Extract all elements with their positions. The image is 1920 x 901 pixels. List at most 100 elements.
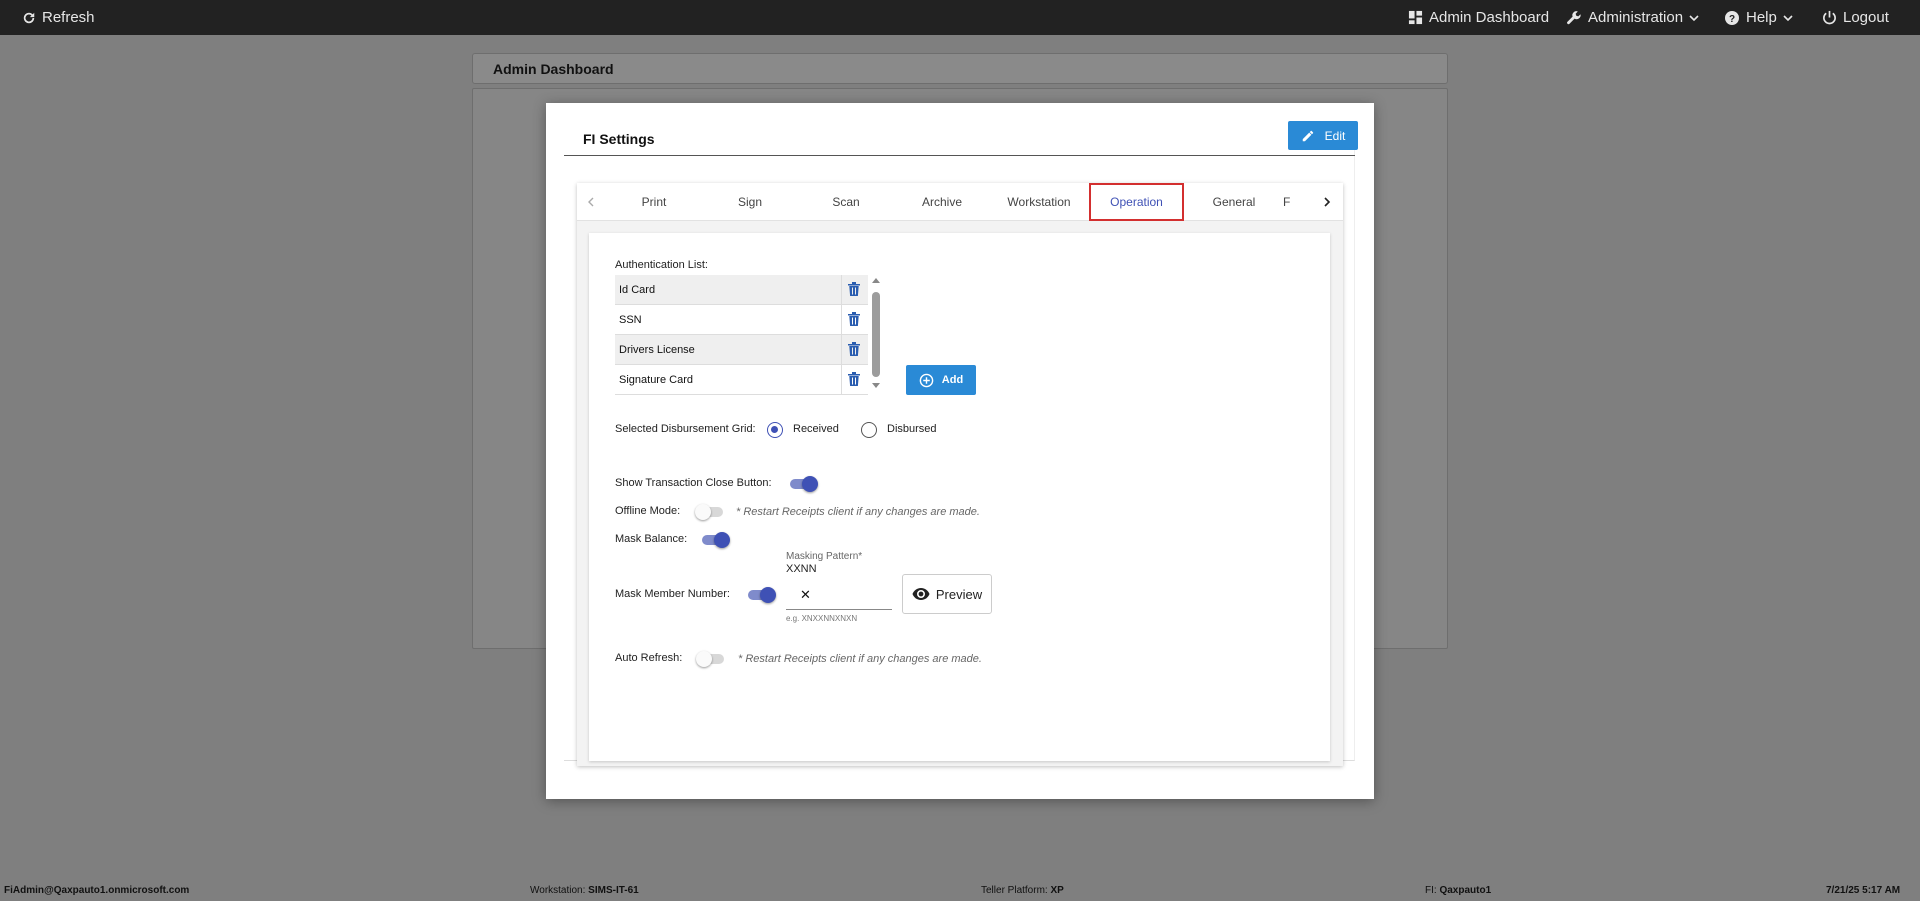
status-bar: FiAdmin@Qaxpauto1.onmicrosoft.com Workst… [0,879,1920,901]
disbursed-radio[interactable] [861,422,877,438]
auth-item-name: Drivers License [619,344,695,356]
add-circle-icon [919,373,934,387]
tab-overflow[interactable]: F [1283,183,1317,221]
toggle-knob [695,504,711,520]
toggle-knob [696,651,712,667]
tab-label: Sign [737,195,763,209]
scroll-thumb[interactable] [872,292,880,377]
offline-restart-note: * Restart Receipts client if any changes… [736,506,980,518]
edit-label: Edit [1324,128,1346,143]
auto-refresh-restart-note: * Restart Receipts client if any changes… [738,653,982,665]
tab-label: General [1212,195,1256,209]
toggle-knob [760,587,776,603]
modal-title: FI Settings [583,131,655,147]
administration-menu[interactable]: Administration [1566,0,1699,35]
list-item[interactable]: Drivers License [615,335,868,365]
auth-item-name: Id Card [619,284,656,296]
row-divider [841,275,842,305]
show-close-toggle[interactable] [788,476,820,492]
fi-value: Qaxpauto1 [1439,885,1492,896]
masking-pattern-value: XXNN [786,563,817,575]
tab-operation[interactable]: Operation [1089,183,1184,221]
logout-button[interactable]: Logout [1822,0,1889,35]
workstation-label: Workstation: [530,885,586,896]
tab-sign[interactable]: Sign [703,183,797,221]
top-nav-bar: Refresh Admin Dashboard Administration ?… [0,0,1920,35]
dashboard-title: Admin Dashboard [493,61,614,77]
modal-title-bar: FI Settings [564,121,1355,156]
tab-label: Scan [832,195,860,209]
clear-icon[interactable]: ✕ [800,587,811,603]
trash-icon[interactable] [847,371,861,387]
preview-button[interactable]: Preview [902,574,992,614]
trash-icon[interactable] [847,311,861,327]
row-divider [841,365,842,395]
trash-icon[interactable] [847,341,861,357]
tab-general[interactable]: General [1187,183,1281,221]
tab-scroll-left[interactable] [581,183,601,221]
trash-icon[interactable] [847,281,861,297]
help-icon: ? [1725,10,1739,25]
svg-text:?: ? [1729,14,1735,25]
masking-pattern-hint: e.g. XNXXNNXNXN [786,614,858,623]
admin-dashboard-link[interactable]: Admin Dashboard [1408,0,1549,35]
fi-settings-modal: FI Settings Edit Print Sign Scan Archive… [546,103,1374,799]
add-auth-button[interactable]: Add [906,365,976,395]
auth-item-name: Signature Card [619,374,693,386]
dashboard-header: Admin Dashboard [472,53,1448,84]
auth-list: Id Card SSN Drivers License Signature Ca… [615,275,868,397]
dashboard-icon [1408,10,1423,25]
auto-refresh-label: Auto Refresh: [615,652,683,664]
status-fi: FI: Qaxpauto1 [1425,885,1491,896]
mask-member-label: Mask Member Number: [615,588,730,600]
preview-label: Preview [935,586,983,602]
administration-label: Administration [1588,9,1684,26]
teller-value: XP [1050,885,1064,896]
list-item[interactable]: Id Card [615,275,868,305]
status-datetime: 7/21/25 5:17 AM [1826,885,1901,896]
tab-label: Archive [921,195,962,209]
tab-workstation[interactable]: Workstation [991,183,1087,221]
power-icon [1823,10,1836,25]
admin-dashboard-label: Admin Dashboard [1429,9,1550,26]
offline-mode-label: Offline Mode: [615,505,681,517]
tab-archive[interactable]: Archive [895,183,989,221]
scroll-down-icon[interactable] [872,383,880,389]
mask-member-toggle[interactable] [746,587,778,603]
chevron-right-icon [1324,197,1331,207]
pencil-icon [1302,130,1313,141]
toggle-knob [802,476,818,492]
offline-mode-toggle[interactable] [695,504,727,520]
help-label: Help [1746,9,1777,26]
refresh-label: Refresh [42,9,95,26]
tab-label: Operation [1110,195,1163,209]
edit-button[interactable]: Edit [1288,121,1358,150]
tab-label: F [1283,195,1291,209]
settings-tab-card: Print Sign Scan Archive Workstation Oper… [577,183,1343,766]
received-radio[interactable] [767,422,783,438]
scroll-up-icon[interactable] [872,277,880,283]
tab-label: Workstation [1007,195,1071,209]
mask-balance-toggle[interactable] [700,532,732,548]
eye-icon [912,588,930,600]
tab-bar: Print Sign Scan Archive Workstation Oper… [577,183,1343,221]
refresh-icon [23,12,35,23]
tab-label: Print [641,195,667,209]
tab-print[interactable]: Print [607,183,701,221]
help-menu[interactable]: ? Help [1724,0,1793,35]
masking-pattern-label: Masking Pattern* [786,551,863,562]
row-divider [841,335,842,365]
list-item[interactable]: SSN [615,305,868,335]
row-divider [841,305,842,335]
received-label: Received [793,423,839,435]
tab-scan[interactable]: Scan [799,183,893,221]
auth-list-scrollbar[interactable] [871,277,881,397]
fi-label: FI: [1425,885,1437,896]
status-teller-platform: Teller Platform: XP [981,885,1064,896]
tab-scroll-right[interactable] [1317,183,1337,221]
auto-refresh-toggle[interactable] [696,651,728,667]
list-item[interactable]: Signature Card [615,365,868,395]
chevron-left-icon [588,197,594,207]
auth-list-label: Authentication List: [615,259,708,271]
refresh-button[interactable]: Refresh [22,0,95,35]
